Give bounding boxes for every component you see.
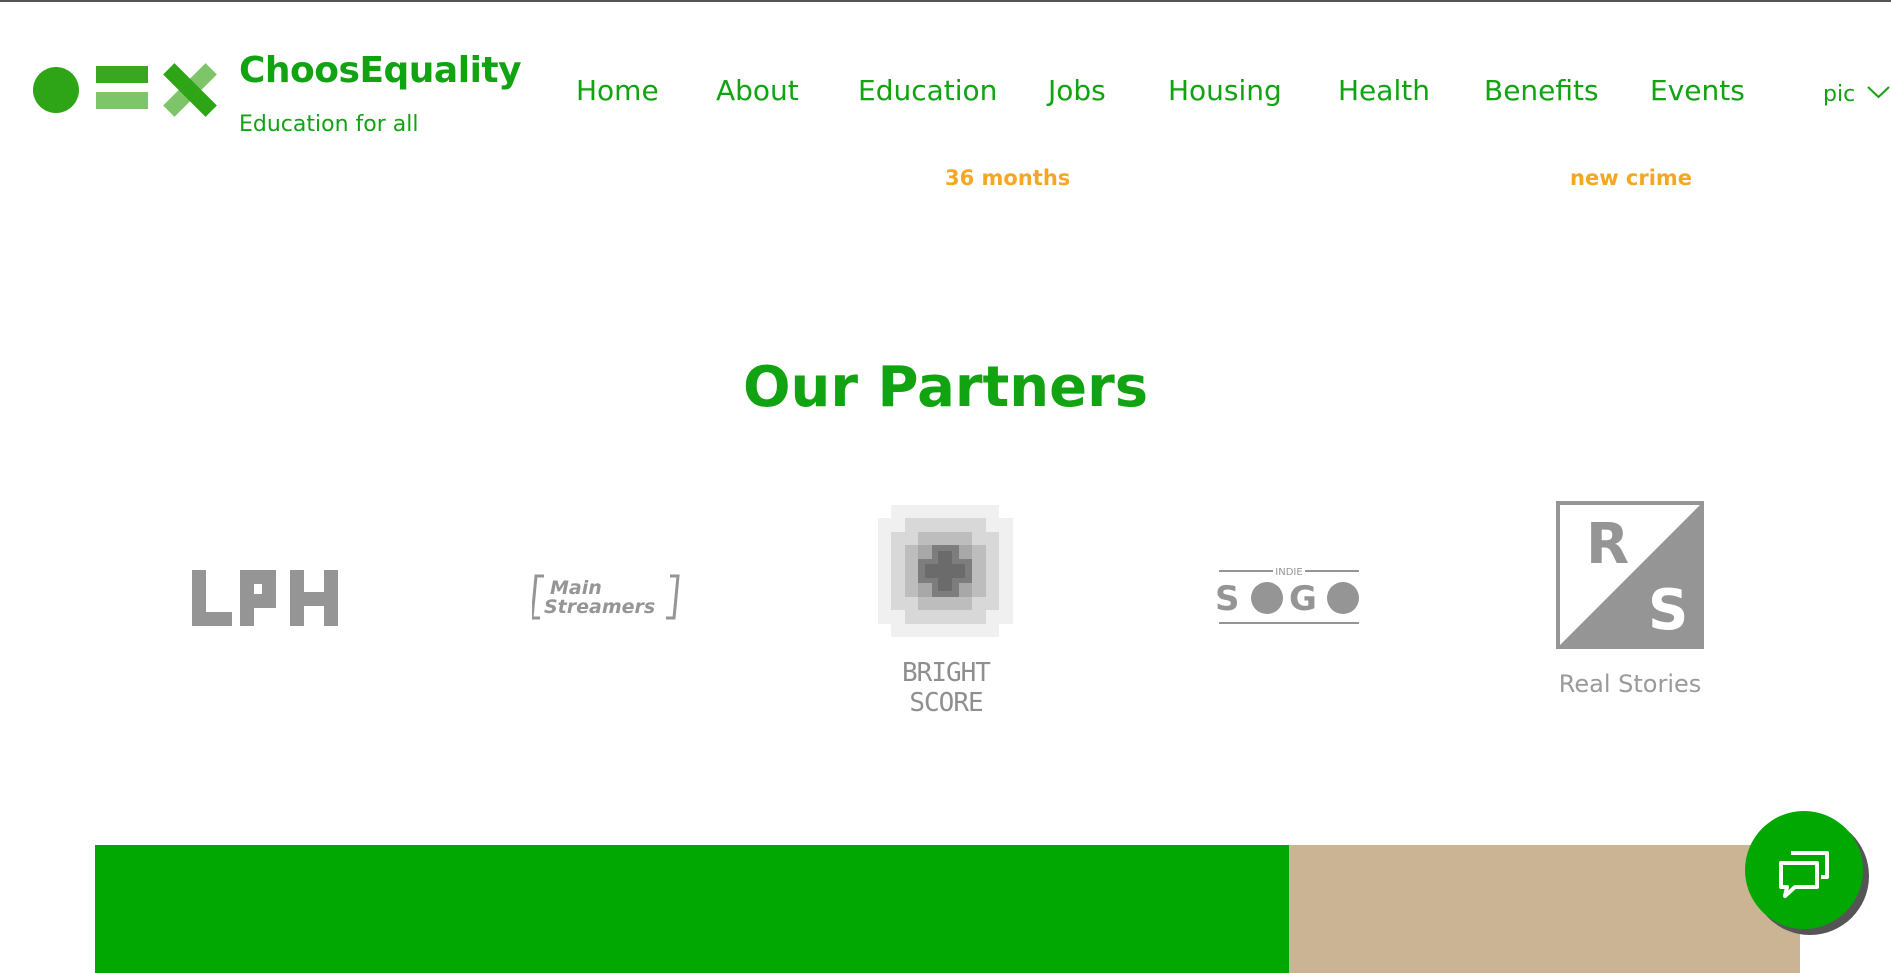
nav-item-benefits[interactable]: Benefits [1484, 74, 1599, 107]
nav-item-about[interactable]: About [716, 74, 799, 107]
language-selector[interactable]: pic [1823, 82, 1855, 107]
chat-bubbles-icon [1779, 851, 1829, 898]
nav-item-education[interactable]: Education [858, 74, 997, 107]
site-header: ChoosEquality Education for all Home Abo… [0, 2, 1891, 160]
brand-name[interactable]: ChoosEquality [239, 50, 522, 91]
partners-heading: Our Partners [742, 355, 1149, 420]
partner-logo-real-stories[interactable]: R S [1556, 501, 1704, 649]
stat-fragment-crime: new crime [1570, 166, 1693, 190]
nav-item-home[interactable]: Home [576, 74, 659, 107]
stat-fragment-months: 36 months [945, 166, 1071, 190]
nav-item-housing[interactable]: Housing [1168, 74, 1282, 107]
partner-logo-main-streamers[interactable]: Main Streamers [532, 574, 682, 620]
bright-score-label: BRIGHT SCORE [902, 658, 991, 718]
real-stories-logo: R S [1556, 501, 1704, 649]
chevron-down-icon[interactable] [1866, 84, 1891, 102]
main-streamers-logo: Main Streamers [532, 574, 680, 620]
partner-logo-bright-score[interactable] [878, 505, 1013, 637]
indiesogo-small: INDIE [1275, 567, 1302, 578]
chat-button[interactable] [1745, 811, 1863, 929]
partner-logo-lph[interactable] [192, 568, 342, 626]
real-stories-letter-s: S [1648, 578, 1688, 643]
real-stories-label: Real Stories [1558, 670, 1702, 698]
cta-banner-green [95, 845, 1289, 973]
indiesogo-logo: INDIE S G [1215, 567, 1359, 624]
nav-item-jobs[interactable]: Jobs [1048, 74, 1106, 107]
brand-tagline: Education for all [239, 112, 419, 137]
partner-logo-indiesogo[interactable]: INDIE S G [1215, 563, 1363, 625]
bright-score-logo [878, 505, 1013, 637]
lph-logo [192, 570, 338, 626]
real-stories-letter-r: R [1586, 512, 1629, 577]
brand-logo-icon[interactable] [32, 62, 218, 118]
nav-item-events[interactable]: Events [1650, 74, 1745, 107]
svg-text:G: G [1289, 579, 1317, 619]
svg-text:S: S [1215, 579, 1240, 619]
main-streamers-line2: Streamers [544, 596, 655, 618]
cta-banner-image [1289, 845, 1800, 973]
nav-item-health[interactable]: Health [1338, 74, 1430, 107]
